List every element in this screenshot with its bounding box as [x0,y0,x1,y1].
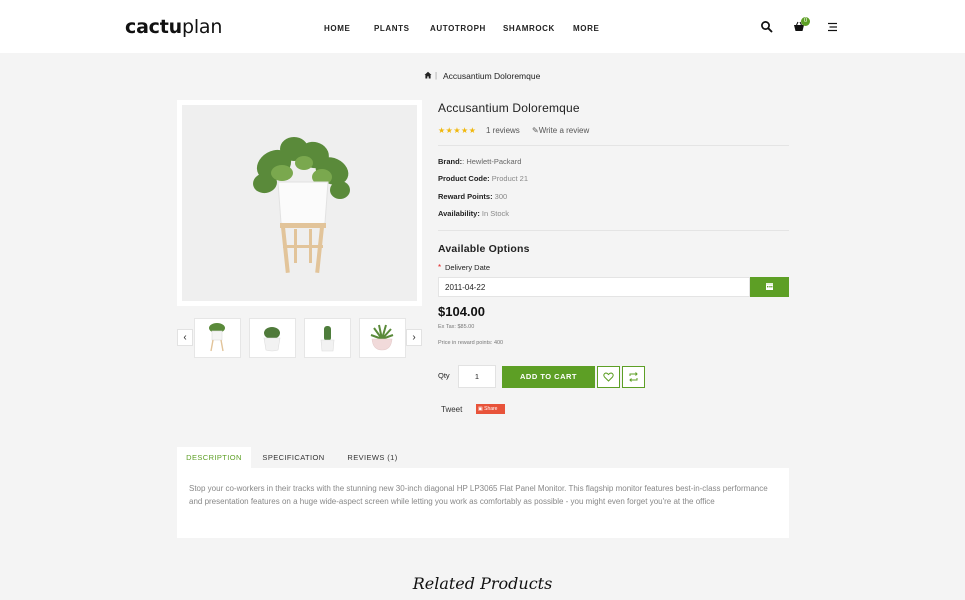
spec-availability: Availability: In Stock [438,209,510,218]
thumb-prev-button[interactable]: ‹ [177,329,193,346]
thumb-aloe-image [370,324,394,351]
nav-plants[interactable]: PLANTS [374,24,410,33]
nav-home[interactable]: HOME [324,24,350,33]
tab-specification[interactable]: SPECIFICATION [256,447,331,468]
related-products-title: Related Products [412,574,553,593]
thumb-next-button[interactable]: › [406,329,422,346]
ex-tax: Ex Tax: $85.00 [438,324,475,330]
heart-icon [603,372,614,382]
calendar-icon [766,283,773,290]
pencil-icon: ✎ [532,126,539,135]
share-label: Share [484,406,498,412]
spec-product-code: Product Code: Product 21 [438,174,529,183]
menu-icon[interactable] [825,20,839,34]
tweet-button[interactable]: Tweet [441,405,462,414]
required-mark: * [438,263,442,272]
product-main-image[interactable] [177,100,422,306]
compare-button[interactable] [622,366,645,388]
tab-description[interactable]: DESCRIPTION [177,447,251,468]
spec-reward-points: Reward Points: 300 [438,192,508,201]
wishlist-button[interactable] [597,366,620,388]
product-price: $104.00 [438,304,485,319]
reward-price: Price in reward points: 400 [438,340,504,346]
breadcrumb-separator: | [435,71,438,80]
cart-count-badge: 0 [801,17,810,26]
nav-autotroph[interactable]: AUTOTROPH [430,24,486,33]
divider [438,230,789,231]
qty-input[interactable] [458,365,496,388]
description-text: Stop your co-workers in their tracks wit… [189,484,768,506]
thumb-2[interactable] [249,318,296,358]
thumb-4[interactable] [359,318,406,358]
thumb-3[interactable] [304,318,351,358]
options-title: Available Options [438,243,530,255]
spec-brand: Brand:: Hewlett-Packard [438,157,522,166]
nav-shamrock[interactable]: SHAMROCK [503,24,555,33]
thumb-cactus-image [320,326,335,352]
tab-reviews[interactable]: REVIEWS (1) [341,447,404,468]
home-icon[interactable] [424,71,432,79]
breadcrumb-current[interactable]: Accusantium Doloremque [443,71,540,81]
delivery-date-input[interactable] [438,277,750,297]
share-button[interactable]: ▣ Share [476,404,505,414]
plant-pot-image [253,137,350,273]
divider [438,145,789,146]
add-to-cart-button[interactable]: ADD TO CART [502,366,595,388]
thumb-1[interactable] [194,318,241,358]
header: cactuplan HOME PLANTS AUTOTROPH SHAMROCK… [0,0,965,53]
logo[interactable]: cactuplan [125,16,222,38]
thumb-succulent-image [263,327,281,352]
description-panel: Stop your co-workers in their tracks wit… [177,468,789,538]
write-review-link[interactable]: ✎Write a review [532,126,589,135]
product-title: Accusantium Doloremque [438,101,580,115]
thumb-plant-image [209,323,225,352]
nav-more[interactable]: MORE [573,24,599,33]
delivery-date-label: Delivery Date [445,263,491,272]
calendar-button[interactable] [750,277,789,297]
reviews-link[interactable]: 1 reviews [486,126,520,135]
qty-label: Qty [438,371,450,380]
search-icon[interactable] [760,20,774,34]
rating-stars: ★★★★★ [438,126,477,135]
compare-icon [629,372,638,382]
write-review-label: Write a review [538,126,590,135]
